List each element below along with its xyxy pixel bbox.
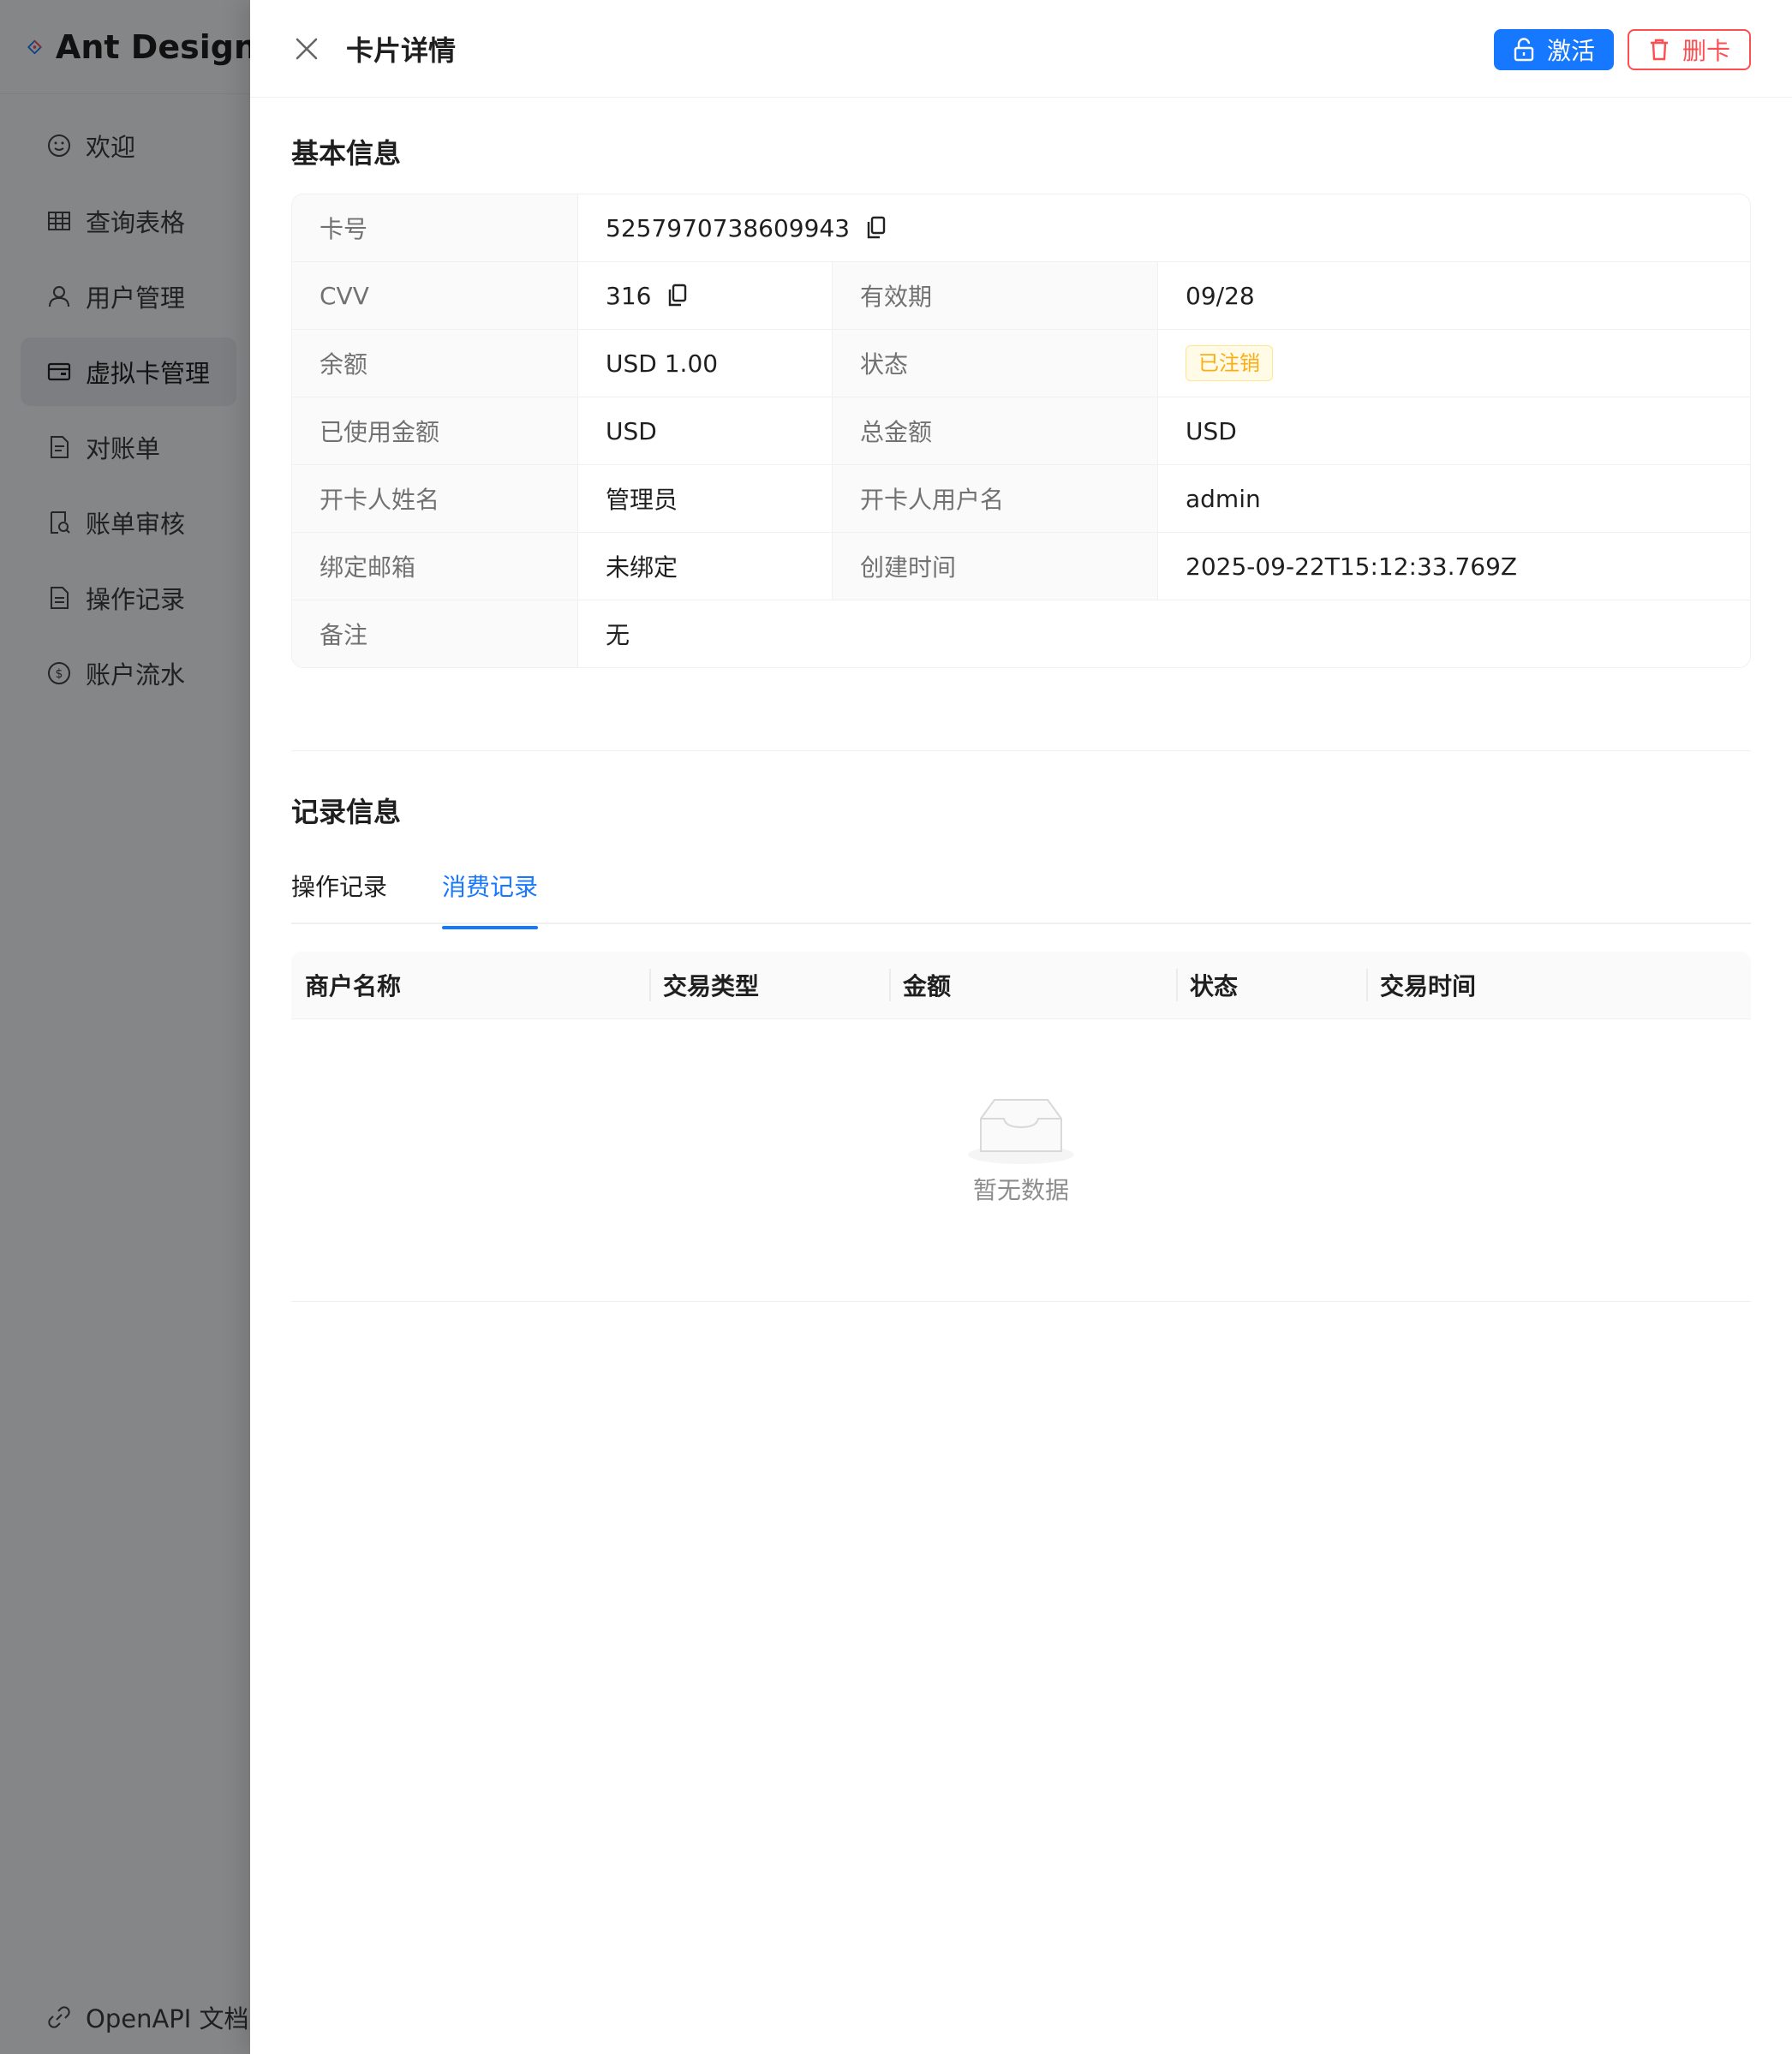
bound-email-label: 绑定邮箱	[292, 533, 578, 600]
activate-label: 激活	[1546, 37, 1595, 65]
desc-row-email: 绑定邮箱 未绑定 创建时间 2025-09-22T15:12:33.769Z	[292, 533, 1750, 600]
total-amount-label: 总金额	[833, 397, 1158, 464]
desc-row-holder: 开卡人姓名 管理员 开卡人用户名 admin	[292, 465, 1750, 533]
column-amount[interactable]: 金额	[889, 952, 1176, 1018]
column-transaction-time[interactable]: 交易时间	[1366, 952, 1751, 1018]
holder-name-label: 开卡人姓名	[292, 465, 578, 532]
desc-row-remark: 备注 无	[292, 600, 1750, 667]
balance-value: USD 1.00	[578, 330, 833, 397]
tab-operation-records[interactable]: 操作记录	[291, 857, 387, 923]
header-actions: 激活 删卡	[1493, 29, 1751, 70]
card-detail-drawer: 卡片详情 激活 删卡 基本信息 卡号 5257970738609943 CVV …	[250, 0, 1792, 2054]
holder-name-value: 管理员	[578, 465, 833, 532]
cvv-value: 316	[606, 281, 652, 310]
drawer-header: 卡片详情 激活 删卡	[250, 0, 1792, 98]
column-merchant-name[interactable]: 商户名称	[291, 952, 649, 1018]
balance-label: 余额	[292, 330, 578, 397]
section-divider	[291, 750, 1751, 751]
card-no-label: 卡号	[292, 194, 578, 261]
unlock-icon	[1514, 38, 1534, 62]
expiry-label: 有效期	[833, 262, 1158, 329]
basic-info-title: 基本信息	[291, 137, 402, 170]
created-time-label: 创建时间	[833, 533, 1158, 600]
cvv-value-cell: 316	[578, 262, 833, 329]
drawer-title: 卡片详情	[346, 33, 457, 67]
status-value-cell: 已注销	[1158, 330, 1750, 397]
status-badge: 已注销	[1186, 345, 1273, 381]
activate-button[interactable]: 激活	[1493, 29, 1614, 70]
table-header: 商户名称 交易类型 金额 状态 交易时间	[291, 952, 1751, 1019]
copy-icon[interactable]	[666, 284, 689, 308]
desc-row-card-no: 卡号 5257970738609943	[292, 194, 1750, 262]
total-amount-value: USD	[1186, 416, 1237, 445]
close-icon	[296, 38, 318, 59]
expiry-value: 09/28	[1186, 281, 1255, 310]
consumption-table: 商户名称 交易类型 金额 状态 交易时间 暂无数据	[291, 952, 1751, 1302]
desc-row-balance: 余额 USD 1.00 状态 已注销	[292, 330, 1750, 397]
records-title: 记录信息	[291, 796, 402, 828]
remark-label: 备注	[292, 600, 578, 667]
card-no-value-cell: 5257970738609943	[578, 194, 1750, 261]
desc-row-cvv: CVV 316 有效期 09/28	[292, 262, 1750, 330]
holder-username-label: 开卡人用户名	[833, 465, 1158, 532]
status-label: 状态	[833, 330, 1158, 397]
holder-username-value: admin	[1186, 484, 1261, 513]
cvv-label: CVV	[292, 262, 578, 329]
records-tabs: 操作记录 消费记录	[291, 857, 1751, 929]
remark-value: 无	[606, 621, 630, 649]
delete-card-button[interactable]: 删卡	[1627, 29, 1751, 70]
drawer-body: 基本信息 卡号 5257970738609943 CVV 316 有效期 09/…	[250, 98, 1792, 1302]
column-status[interactable]: 状态	[1176, 952, 1366, 1018]
tab-consumption-records[interactable]: 消费记录	[442, 857, 539, 929]
close-button[interactable]	[288, 30, 326, 68]
column-transaction-type[interactable]: 交易类型	[649, 952, 889, 1018]
used-amount-label: 已使用金额	[292, 397, 578, 464]
basic-info-descriptions: 卡号 5257970738609943 CVV 316 有效期 09/28 余额…	[291, 194, 1751, 668]
empty-text: 暂无数据	[972, 1176, 1069, 1204]
used-amount-value: USD	[578, 397, 833, 464]
bound-email-value: 未绑定	[578, 533, 833, 600]
card-no-value: 5257970738609943	[606, 213, 851, 242]
copy-icon[interactable]	[865, 216, 887, 240]
delete-card-label: 删卡	[1681, 37, 1730, 65]
delete-icon	[1650, 39, 1668, 61]
created-time-value: 2025-09-22T15:12:33.769Z	[1186, 552, 1518, 581]
table-empty-state: 暂无数据	[291, 1019, 1751, 1302]
empty-inbox-icon	[968, 1099, 1074, 1164]
desc-row-used-amount: 已使用金额 USD 总金额 USD	[292, 397, 1750, 465]
